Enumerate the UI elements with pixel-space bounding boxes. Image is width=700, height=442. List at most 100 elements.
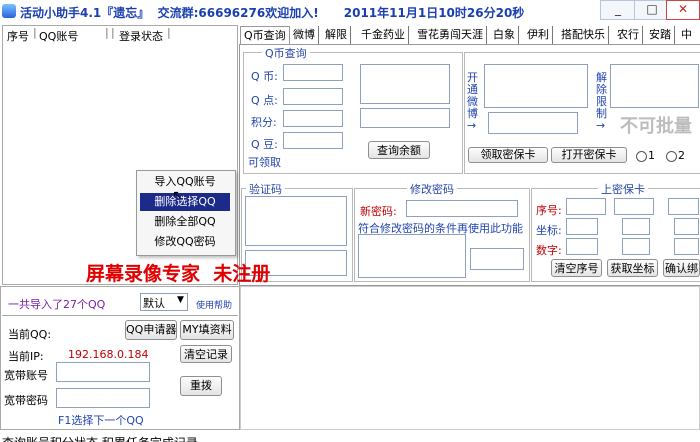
card-coord-2[interactable] — [622, 218, 650, 235]
tab-weibo[interactable]: 微博 — [290, 26, 319, 44]
qb-field[interactable] — [283, 64, 343, 81]
divider — [2, 315, 238, 316]
broadband-password-input[interactable] — [56, 388, 150, 408]
title-bar: 活动小助手4.1『遗忘』 交流群:66696276欢迎加入! 2011年11月1… — [0, 0, 700, 24]
claimable-label: 可领取 — [248, 156, 281, 169]
column-divider: | — [111, 26, 115, 39]
tab-anta[interactable]: 安踏 — [646, 26, 675, 44]
new-password-label: 新密码: — [360, 205, 397, 218]
weibo-input[interactable] — [488, 112, 578, 134]
imported-count: 一共导入了27个QQ — [8, 298, 106, 311]
menu-change-qq-password[interactable]: 修改QQ密码 — [140, 233, 230, 251]
cannot-batch-label: 不可批量 — [620, 116, 692, 137]
change-password-button-box[interactable] — [470, 248, 524, 270]
points-label: 积分: — [251, 116, 277, 129]
card-group-title: 上密保卡 — [598, 181, 648, 197]
tab-snow[interactable]: 雪花勇闯天涯 — [414, 26, 487, 44]
f1-hint: F1选择下一个QQ — [58, 414, 144, 427]
card-digit-2[interactable] — [622, 238, 650, 255]
card-digit-3[interactable] — [674, 238, 699, 255]
change-password-log — [358, 234, 466, 278]
new-password-input[interactable] — [406, 200, 518, 217]
captcha-group-title: 验证码 — [246, 181, 285, 197]
tab-dapei[interactable]: 搭配快乐 — [558, 26, 609, 44]
current-ip-label: 当前IP: — [8, 350, 44, 363]
recorder-watermark: 屏幕录像专家 未注册 — [86, 263, 271, 285]
column-header-qq[interactable]: QQ账号 — [39, 28, 78, 44]
get-coord-button[interactable]: 获取坐标 — [607, 259, 658, 277]
radio-1-label: 1 — [648, 149, 655, 162]
card-coord-label: 坐标: — [536, 224, 562, 237]
chevron-down-icon: ▼ — [177, 295, 184, 305]
open-card-button[interactable]: 打开密保卡 — [551, 147, 627, 163]
minimize-button[interactable]: _ — [600, 0, 636, 20]
open-weibo-label: 开通微博→ — [467, 71, 478, 132]
broadband-account-input[interactable] — [56, 362, 150, 382]
menu-delete-selected-qq[interactable]: 删除选择QQ — [140, 193, 230, 211]
column-header-status[interactable]: 登录状态 — [119, 28, 163, 44]
clear-log-button[interactable]: 清空记录 — [180, 345, 232, 363]
broadband-password-label: 宽带密码 — [4, 394, 48, 407]
redial-button[interactable]: 重拨 — [180, 376, 222, 396]
remove-limit-label: 解除限制→ — [596, 71, 607, 132]
status-text: 查询账号积分状态,积累任务完成记录…… — [2, 434, 222, 442]
log-area — [240, 286, 700, 430]
confirm-bind-button[interactable]: 确认绑 — [663, 259, 700, 277]
tab-unlock[interactable]: 解限 — [322, 26, 351, 44]
qq-apply-button[interactable]: QQ申请器 — [125, 320, 177, 340]
broadband-account-label: 宽带账号 — [4, 369, 48, 382]
card-digit-1[interactable] — [566, 238, 598, 255]
menu-import-qq[interactable]: 导入QQ账号 — [140, 173, 230, 191]
card-coord-1[interactable] — [566, 218, 598, 235]
change-password-group-title: 修改密码 — [407, 181, 457, 197]
status-bar: 查询账号积分状态,积累任务完成记录…… — [0, 431, 700, 442]
maximize-button[interactable]: □ — [634, 0, 670, 20]
tab-qianjin[interactable]: 千金药业 — [358, 26, 409, 44]
mode-select[interactable]: 默认 ▼ — [140, 293, 188, 311]
mode-select-value: 默认 — [143, 297, 165, 310]
get-card-button[interactable]: 领取密保卡 — [468, 147, 548, 163]
qb-label: Q 币: — [251, 70, 278, 83]
app-icon — [2, 4, 16, 18]
radio-1[interactable] — [636, 151, 647, 162]
points-result-box[interactable] — [360, 108, 450, 128]
card-coord-3[interactable] — [674, 218, 699, 235]
current-qq-label: 当前QQ: — [8, 328, 52, 341]
card-index-1[interactable] — [566, 198, 606, 215]
window-title: 活动小助手4.1『遗忘』 交流群:66696276欢迎加入! 2011年11月1… — [20, 6, 525, 20]
context-menu: 导入QQ账号 删除选择QQ 删除全部QQ 修改QQ密码 — [136, 170, 236, 256]
card-index-2[interactable] — [614, 198, 654, 215]
qd-label: Q 点: — [251, 94, 278, 107]
column-divider: | — [105, 26, 109, 39]
tab-abc[interactable]: 农行 — [614, 26, 643, 44]
captcha-image-box — [245, 196, 347, 246]
column-divider: | — [167, 26, 171, 39]
radio-2-label: 2 — [678, 149, 685, 162]
current-ip-value: 192.168.0.184 — [68, 348, 149, 361]
tab-baixiang[interactable]: 白象 — [490, 26, 519, 44]
help-link[interactable]: 使用帮助 — [196, 298, 232, 311]
card-digit-label: 数字: — [536, 244, 562, 257]
tab-yili[interactable]: 伊利 — [524, 26, 553, 44]
limit-result-box[interactable] — [610, 64, 699, 108]
tab-more[interactable]: 中 — [678, 26, 695, 44]
column-header-index[interactable]: 序号 — [7, 28, 29, 44]
query-balance-button[interactable]: 查询余额 — [368, 141, 430, 159]
qb-result-box[interactable] — [360, 64, 450, 104]
card-index-3[interactable] — [668, 198, 699, 215]
column-divider: | — [33, 26, 37, 39]
points-field[interactable] — [283, 110, 343, 127]
tab-qb-query[interactable]: Q币查询 — [240, 26, 290, 45]
qdou-label: Q 豆: — [251, 138, 278, 151]
card-index-label: 序号: — [536, 204, 562, 217]
menu-delete-all-qq[interactable]: 删除全部QQ — [140, 213, 230, 231]
qdou-field[interactable] — [283, 132, 343, 149]
close-button[interactable]: ✕ — [666, 0, 700, 20]
qb-query-group-title: Q币查询 — [262, 45, 310, 61]
clear-index-button[interactable]: 清空序号 — [551, 259, 602, 277]
mouse-cursor-icon: ↖ — [172, 188, 184, 204]
qd-field[interactable] — [283, 88, 343, 105]
weibo-result-box[interactable] — [484, 64, 588, 108]
radio-2[interactable] — [666, 151, 677, 162]
my-fill-info-button[interactable]: MY填资料 — [180, 320, 234, 340]
